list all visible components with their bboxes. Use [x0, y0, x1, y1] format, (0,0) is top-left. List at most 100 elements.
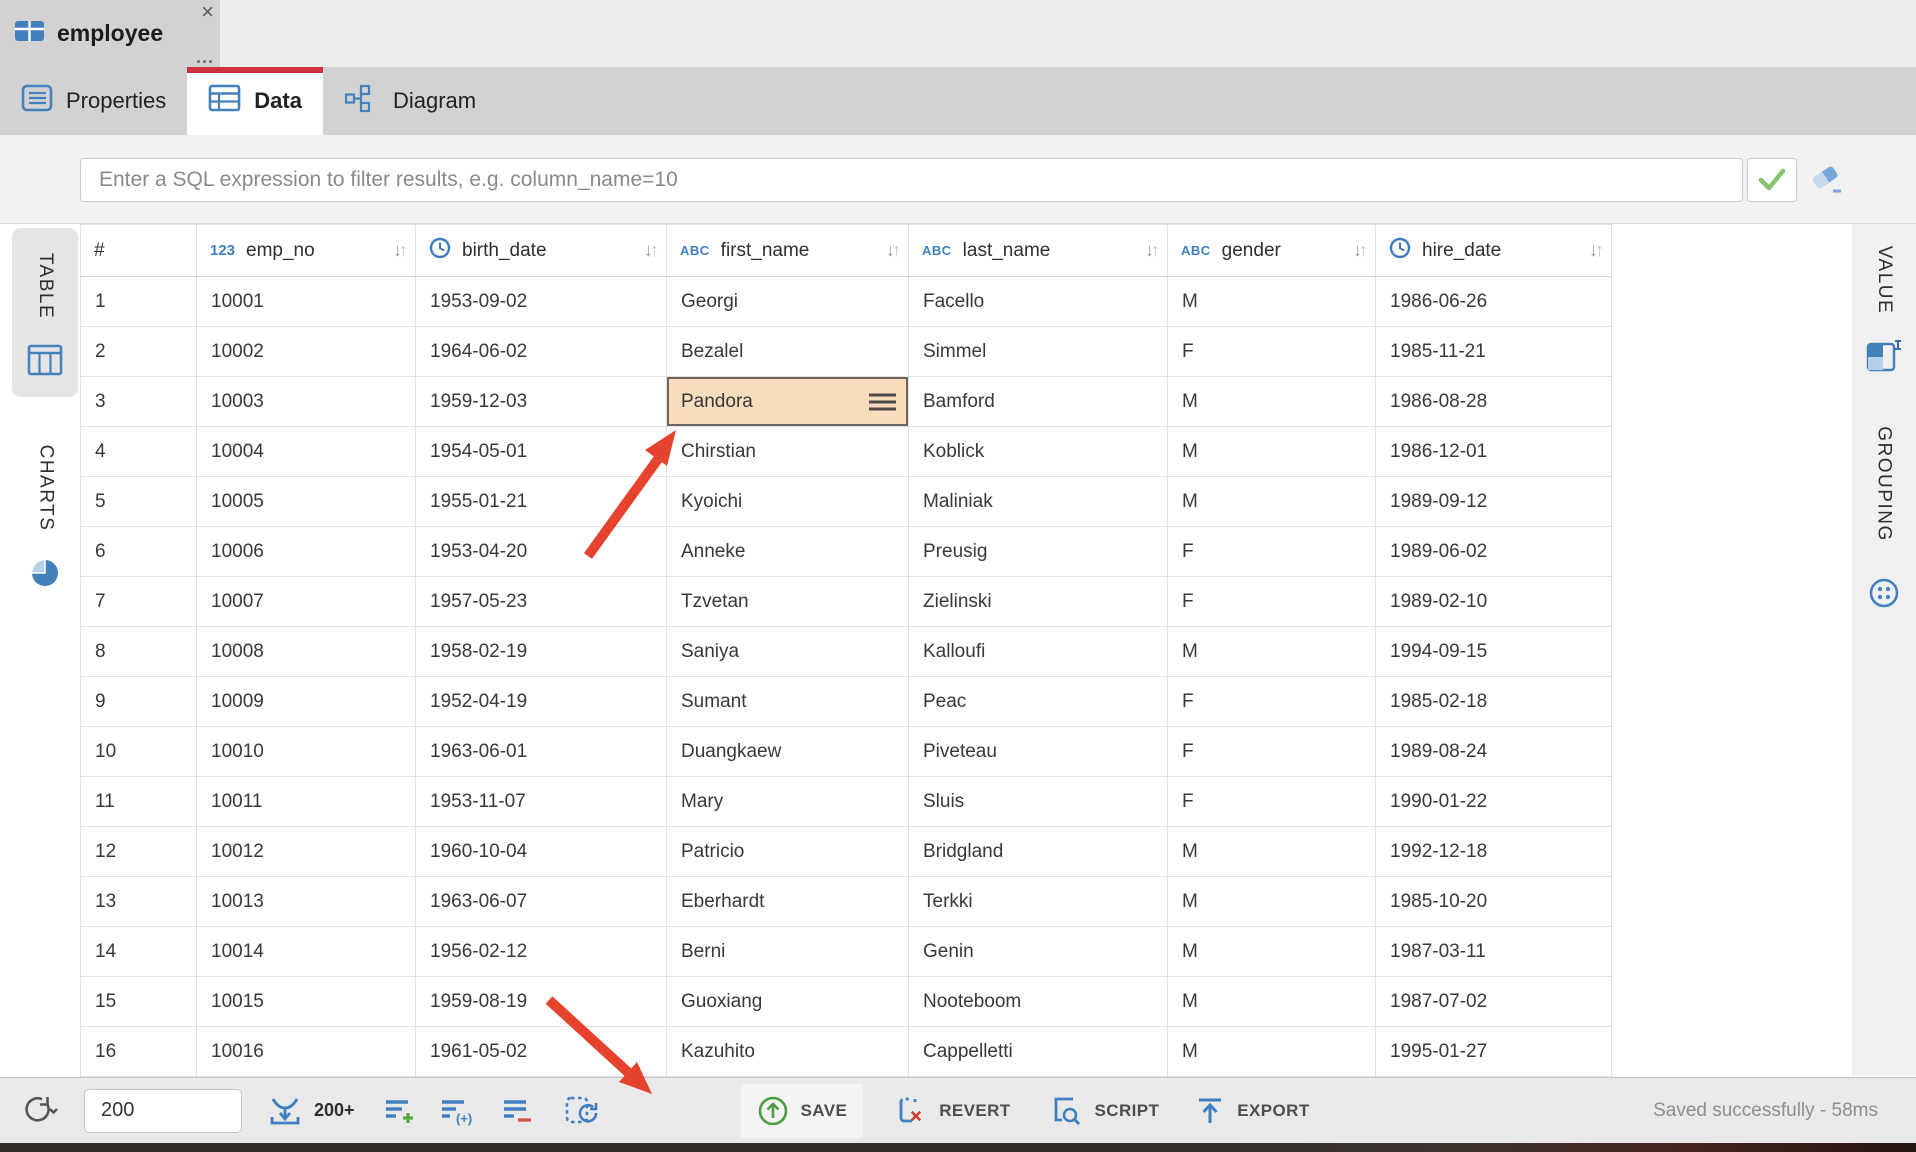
column-header-birth-date[interactable]: birth_date ↓↑ [416, 225, 667, 277]
table-cell[interactable]: Peac [909, 677, 1168, 727]
table-cell[interactable]: M [1168, 977, 1376, 1027]
row-number-cell[interactable]: 13 [81, 877, 197, 927]
sort-icon[interactable]: ↓↑ [1145, 240, 1157, 261]
table-cell[interactable]: 1989-06-02 [1376, 527, 1612, 577]
row-number-cell[interactable]: 4 [81, 427, 197, 477]
table-cell[interactable]: 1959-12-03 [416, 377, 667, 427]
row-number-cell[interactable]: 9 [81, 677, 197, 727]
table-cell[interactable]: Preusig [909, 527, 1168, 577]
duplicate-row-button[interactable]: (+) [439, 1096, 477, 1126]
presentation-tab-table[interactable]: TABLE [12, 228, 78, 397]
tab-diagram[interactable]: Diagram [323, 67, 497, 135]
script-button[interactable]: SCRIPT [1047, 1094, 1160, 1128]
save-button[interactable]: SAVE [741, 1084, 864, 1138]
table-cell[interactable]: 10003 [197, 377, 416, 427]
panel-tab-value[interactable]: VALUE [1852, 236, 1916, 377]
table-cell[interactable]: 10014 [197, 927, 416, 977]
table-cell[interactable]: Piveteau [909, 727, 1168, 777]
table-cell[interactable]: Patricio [667, 827, 909, 877]
row-number-cell[interactable]: 3 [81, 377, 197, 427]
sort-icon[interactable]: ↓↑ [1353, 240, 1365, 261]
column-header-gender[interactable]: ABC gender ↓↑ [1168, 225, 1376, 277]
table-cell[interactable]: 10009 [197, 677, 416, 727]
table-cell[interactable]: F [1168, 577, 1376, 627]
table-cell[interactable]: 10013 [197, 877, 416, 927]
table-cell[interactable]: M [1168, 277, 1376, 327]
table-cell[interactable]: M [1168, 477, 1376, 527]
table-cell[interactable]: Anneke [667, 527, 909, 577]
table-cell[interactable]: 1964-06-02 [416, 327, 667, 377]
table-cell[interactable]: Sluis [909, 777, 1168, 827]
table-cell[interactable]: 1960-10-04 [416, 827, 667, 877]
row-number-cell[interactable]: 15 [81, 977, 197, 1027]
column-header-emp-no[interactable]: 123 emp_no ↓↑ [197, 225, 416, 277]
table-cell[interactable]: 1963-06-01 [416, 727, 667, 777]
row-number-cell[interactable]: 2 [81, 327, 197, 377]
table-cell[interactable]: 1985-11-21 [1376, 327, 1612, 377]
table-cell[interactable]: 10006 [197, 527, 416, 577]
row-number-cell[interactable]: 6 [81, 527, 197, 577]
table-cell[interactable]: Tzvetan [667, 577, 909, 627]
column-header-rownum[interactable]: # [81, 225, 197, 277]
table-cell[interactable]: M [1168, 427, 1376, 477]
table-cell[interactable]: 1957-05-23 [416, 577, 667, 627]
table-cell[interactable]: Saniya [667, 627, 909, 677]
sort-icon[interactable]: ↓↑ [644, 240, 656, 261]
table-cell[interactable]: 1986-12-01 [1376, 427, 1612, 477]
table-cell[interactable]: 1989-02-10 [1376, 577, 1612, 627]
export-button[interactable]: EXPORT [1195, 1095, 1309, 1127]
sort-icon[interactable]: ↓↑ [886, 240, 898, 261]
table-cell[interactable]: Simmel [909, 327, 1168, 377]
table-cell[interactable]: M [1168, 627, 1376, 677]
table-cell[interactable]: M [1168, 1027, 1376, 1077]
table-cell[interactable]: 1953-09-02 [416, 277, 667, 327]
row-number-cell[interactable]: 7 [81, 577, 197, 627]
table-cell[interactable]: 1958-02-19 [416, 627, 667, 677]
table-cell[interactable]: 10010 [197, 727, 416, 777]
clear-filter-button[interactable] [1806, 160, 1848, 200]
row-number-cell[interactable]: 12 [81, 827, 197, 877]
table-cell[interactable]: 10012 [197, 827, 416, 877]
table-cell[interactable]: Bezalel [667, 327, 909, 377]
table-cell[interactable]: Bamford [909, 377, 1168, 427]
table-cell[interactable]: F [1168, 327, 1376, 377]
table-cell[interactable]: Kyoichi [667, 477, 909, 527]
table-cell[interactable]: 1990-01-22 [1376, 777, 1612, 827]
refresh-button[interactable] [20, 1094, 58, 1128]
table-cell[interactable]: 1961-05-02 [416, 1027, 667, 1077]
table-cell[interactable]: Nooteboom [909, 977, 1168, 1027]
row-number-cell[interactable]: 5 [81, 477, 197, 527]
table-cell[interactable]: M [1168, 827, 1376, 877]
table-cell[interactable]: 1953-11-07 [416, 777, 667, 827]
table-cell[interactable]: Kazuhito [667, 1027, 909, 1077]
table-cell[interactable]: 1994-09-15 [1376, 627, 1612, 677]
row-limit-input[interactable] [84, 1089, 242, 1133]
cell-menu-icon[interactable] [869, 389, 896, 414]
table-cell[interactable]: 1955-01-21 [416, 477, 667, 527]
presentation-tab-charts[interactable]: CHARTS [12, 423, 78, 604]
table-cell[interactable]: 1989-08-24 [1376, 727, 1612, 777]
table-cell[interactable]: 1992-12-18 [1376, 827, 1612, 877]
table-cell[interactable]: 10007 [197, 577, 416, 627]
fetch-more-button[interactable]: 200+ [268, 1095, 355, 1127]
table-cell[interactable]: F [1168, 677, 1376, 727]
table-cell[interactable]: Kalloufi [909, 627, 1168, 677]
table-cell[interactable]: Duangkaew [667, 727, 909, 777]
table-cell[interactable]: Pandora [667, 377, 909, 427]
table-cell[interactable]: Koblick [909, 427, 1168, 477]
table-cell[interactable]: Terkki [909, 877, 1168, 927]
table-cell[interactable]: 1989-09-12 [1376, 477, 1612, 527]
table-cell[interactable]: 1985-02-18 [1376, 677, 1612, 727]
table-cell[interactable]: Berni [667, 927, 909, 977]
table-cell[interactable]: F [1168, 777, 1376, 827]
table-cell[interactable]: Georgi [667, 277, 909, 327]
table-cell[interactable]: 10011 [197, 777, 416, 827]
table-cell[interactable]: Mary [667, 777, 909, 827]
table-cell[interactable]: 1986-06-26 [1376, 277, 1612, 327]
table-cell[interactable]: 10016 [197, 1027, 416, 1077]
column-header-last-name[interactable]: ABC last_name ↓↑ [909, 225, 1168, 277]
table-cell[interactable]: 1985-10-20 [1376, 877, 1612, 927]
add-row-button[interactable] [383, 1096, 417, 1126]
table-cell[interactable]: 1959-08-19 [416, 977, 667, 1027]
table-cell[interactable]: Bridgland [909, 827, 1168, 877]
